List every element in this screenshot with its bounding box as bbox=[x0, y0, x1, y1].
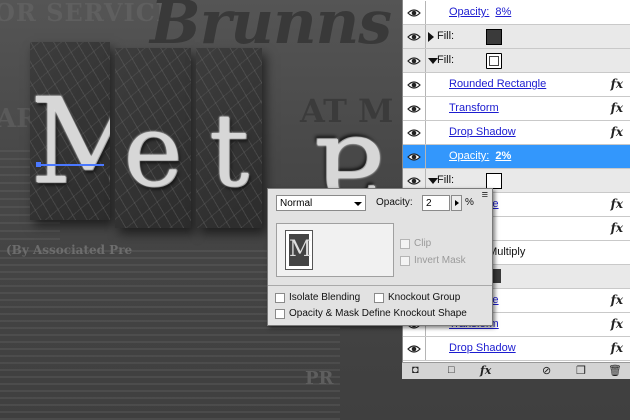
knockout-group-label: Knockout Group bbox=[388, 292, 461, 303]
eye-visibility-icon[interactable] bbox=[403, 121, 426, 144]
fill-label: Fill: bbox=[437, 174, 455, 186]
circle-slash-icon[interactable]: ⊘ bbox=[542, 364, 551, 377]
layer-row[interactable]: Fill: bbox=[403, 49, 630, 73]
eye-visibility-icon[interactable] bbox=[403, 337, 426, 360]
letter-block-t[interactable]: t bbox=[196, 48, 262, 228]
fx-icon[interactable]: fx bbox=[611, 197, 623, 211]
eye-visibility-icon[interactable] bbox=[403, 73, 426, 96]
fx-icon[interactable]: fx bbox=[611, 77, 623, 91]
eye-visibility-icon[interactable] bbox=[403, 1, 426, 24]
fx-icon[interactable]: fx bbox=[611, 341, 623, 355]
letter-e: e bbox=[123, 92, 183, 209]
opacity-label: Opacity: bbox=[376, 197, 413, 208]
new-layer-icon[interactable]: ◘ bbox=[412, 364, 419, 376]
fx-icon[interactable]: fx bbox=[480, 364, 491, 377]
layer-row[interactable]: Opacity: 8% bbox=[403, 1, 630, 25]
effect-name: Transform bbox=[449, 102, 499, 114]
eye-visibility-icon[interactable] bbox=[403, 145, 426, 168]
eye-visibility-icon[interactable] bbox=[403, 97, 426, 120]
isolate-blending-checkbox[interactable] bbox=[275, 293, 285, 303]
effect-name: Opacity: bbox=[449, 150, 490, 162]
letter-block-e[interactable]: e bbox=[115, 48, 191, 228]
effect-label[interactable]: Opacity: 8% bbox=[449, 6, 511, 18]
fx-icon[interactable]: fx bbox=[611, 317, 623, 331]
fx-icon[interactable]: fx bbox=[611, 125, 623, 139]
path-selection-line[interactable] bbox=[38, 164, 104, 166]
layer-thumbnail: M bbox=[285, 230, 313, 270]
opacity-slider-button[interactable] bbox=[451, 195, 462, 211]
invert-mask-label: Invert Mask bbox=[414, 255, 466, 266]
effect-name: Opacity: bbox=[449, 6, 490, 18]
thumbnail-letter: M bbox=[289, 234, 312, 266]
fill-color-swatch[interactable] bbox=[486, 29, 502, 45]
effect-label[interactable]: Drop Shadow bbox=[449, 342, 516, 354]
effect-label[interactable]: Opacity: 2% bbox=[449, 150, 511, 162]
blend-mode-value: Normal bbox=[280, 198, 313, 209]
clip-checkbox[interactable] bbox=[400, 239, 410, 249]
eye-visibility-icon[interactable] bbox=[403, 25, 426, 48]
blending-options-popup: ≡ Normal Opacity: 2 % M Clip Invert Mask… bbox=[267, 188, 493, 326]
newspaper-heading: OR SERVICE bbox=[0, 0, 176, 27]
divider bbox=[268, 285, 492, 286]
opacity-input[interactable]: 2 bbox=[422, 195, 450, 211]
mask-define-knockout-checkbox[interactable] bbox=[275, 309, 285, 319]
isolate-blending-label: Isolate Blending bbox=[289, 292, 361, 303]
layer-row[interactable]: Rounded Rectangle fx bbox=[403, 73, 630, 97]
opacity-unit: % bbox=[465, 197, 474, 208]
fill-label: Fill: bbox=[437, 30, 455, 42]
eye-visibility-icon[interactable] bbox=[403, 49, 426, 72]
letter-t: t bbox=[208, 92, 250, 209]
opacity-value: 2% bbox=[495, 150, 512, 162]
anchor-point-handle[interactable] bbox=[36, 162, 41, 167]
square-icon[interactable]: □ bbox=[448, 364, 455, 376]
layer-row[interactable]: Transform fx bbox=[403, 97, 630, 121]
layer-row[interactable]: Fill: bbox=[403, 25, 630, 49]
layers-panel-footer: ◘ □ fx ⊘ ❐ 🗑 bbox=[402, 362, 630, 379]
effect-label[interactable]: Rounded Rectangle bbox=[449, 78, 546, 90]
fx-icon[interactable]: fx bbox=[611, 293, 623, 307]
fill-label: Fill: bbox=[437, 54, 455, 66]
effect-label[interactable]: Drop Shadow bbox=[449, 126, 516, 138]
fill-color-swatch[interactable] bbox=[486, 173, 502, 189]
blend-mode-select[interactable]: Normal bbox=[276, 195, 366, 211]
layer-row[interactable]: Drop Shadow fx bbox=[403, 337, 630, 361]
effect-label[interactable]: Transform bbox=[449, 102, 499, 114]
disclosure-right-icon[interactable] bbox=[428, 32, 434, 42]
invert-mask-checkbox[interactable] bbox=[400, 256, 410, 266]
chevron-down-icon bbox=[354, 202, 362, 206]
effect-name: Drop Shadow bbox=[449, 126, 516, 138]
knockout-group-checkbox[interactable] bbox=[374, 293, 384, 303]
fx-icon[interactable]: fx bbox=[611, 221, 623, 235]
letter-block-m[interactable]: M bbox=[30, 42, 110, 220]
trash-icon[interactable]: 🗑 bbox=[608, 364, 622, 377]
effect-name: Rounded Rectangle bbox=[449, 78, 547, 90]
layer-row[interactable]: Drop Shadow fx bbox=[403, 121, 630, 145]
fx-icon[interactable]: fx bbox=[611, 101, 623, 115]
layer-row[interactable]: Opacity: 2% bbox=[403, 145, 630, 169]
mask-preview-area: M bbox=[276, 223, 394, 277]
duplicate-icon[interactable]: ❐ bbox=[576, 364, 586, 377]
newspaper-byline: (By Associated Pre bbox=[6, 243, 133, 257]
mask-define-knockout-label: Opacity & Mask Define Knockout Shape bbox=[289, 308, 467, 319]
letter-m: M bbox=[30, 72, 110, 210]
effect-name: Drop Shadow bbox=[449, 342, 516, 354]
fill-color-swatch[interactable] bbox=[486, 53, 502, 69]
clip-label: Clip bbox=[414, 238, 432, 249]
popup-menu-icon[interactable]: ≡ bbox=[482, 189, 488, 201]
opacity-value: 8% bbox=[495, 6, 512, 18]
